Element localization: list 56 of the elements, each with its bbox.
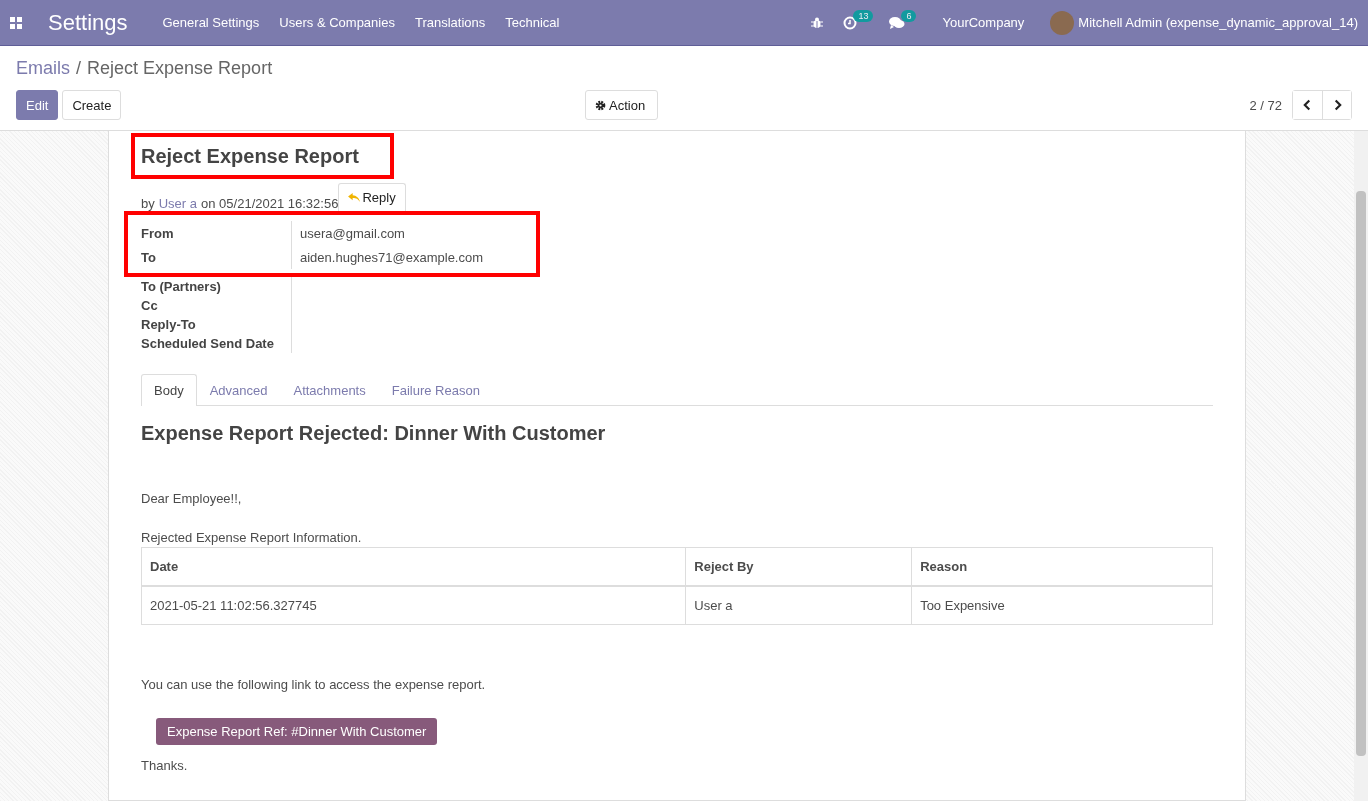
- scrollbar-thumb[interactable]: [1356, 191, 1366, 756]
- column-header: Reason: [911, 547, 1213, 586]
- scrollbar[interactable]: [1354, 131, 1368, 801]
- link-instruction-text: You can use the following link to access the expense report.: [141, 677, 487, 692]
- body-heading: Expense Report Rejected: Dinner With Customer: [141, 422, 607, 445]
- closing-text: Thanks.: [141, 758, 189, 773]
- tab[interactable]: Failure Reason: [378, 374, 493, 406]
- chevron-left-icon: [1303, 99, 1312, 111]
- menu-item[interactable]: General Settings: [162, 15, 260, 30]
- byline-text: by: [141, 196, 155, 211]
- field-label: Cc: [141, 296, 292, 315]
- greeting-text: Dear Employee!!,: [141, 491, 243, 506]
- chat-icon[interactable]: [889, 15, 906, 30]
- pager-value: 2 / 72: [1249, 97, 1282, 113]
- company-switcher[interactable]: YourCompany: [942, 15, 1025, 30]
- field-label: To (Partners): [141, 277, 292, 296]
- create-button[interactable]: Create: [62, 90, 122, 120]
- apps-menu-icon[interactable]: [10, 16, 22, 29]
- column-header: Date: [141, 547, 686, 586]
- tab[interactable]: Body: [141, 374, 197, 406]
- table-cell: 2021-05-21 11:02:56.327745: [141, 586, 686, 625]
- chevron-right-icon: [1332, 99, 1342, 111]
- app-title: Settings: [48, 9, 128, 36]
- menu-item[interactable]: Technical: [505, 15, 560, 30]
- email-subject: Reject Expense Report: [141, 145, 359, 168]
- edit-button[interactable]: Edit: [16, 90, 59, 120]
- tab[interactable]: Attachments: [280, 374, 379, 406]
- field-value: aiden.hughes71@example.com: [291, 245, 484, 269]
- column-header: Reject By: [685, 547, 912, 586]
- intro-text: Rejected Expense Report Information.: [141, 530, 363, 545]
- field-value: usera@gmail.com: [291, 221, 405, 245]
- field-label: Reply-To: [141, 315, 292, 334]
- gear-icon: [595, 99, 606, 111]
- activity-badge: 13: [853, 9, 874, 22]
- table-cell: Too Expensive: [911, 586, 1213, 625]
- breadcrumb-current: Reject Expense Report: [87, 58, 273, 79]
- message-badge: 6: [901, 9, 917, 22]
- reply-button[interactable]: Reply: [338, 183, 406, 211]
- user-menu[interactable]: Mitchell Admin (expense_dynamic_approval_14): [1078, 15, 1358, 30]
- bug-icon[interactable]: [811, 16, 824, 29]
- reply-arrow-icon: [348, 192, 362, 203]
- expense-report-link-button[interactable]: Expense Report Ref: #Dinner With Customer: [156, 718, 438, 745]
- field-label: Scheduled Send Date: [141, 334, 292, 353]
- table-cell: User a: [685, 586, 912, 625]
- date-text: on 05/21/2021 16:32:56: [201, 196, 339, 211]
- menu-item[interactable]: Users & Companies: [279, 15, 395, 30]
- action-button[interactable]: Action: [585, 90, 659, 120]
- author-link[interactable]: User a: [158, 196, 198, 211]
- next-button[interactable]: [1322, 91, 1351, 119]
- tab[interactable]: Advanced: [196, 374, 281, 406]
- menu-item[interactable]: Translations: [414, 15, 486, 30]
- field-label: To: [141, 249, 157, 265]
- breadcrumb-link[interactable]: Emails: [16, 58, 70, 79]
- field-label: From: [141, 225, 175, 241]
- clock-icon[interactable]: [843, 15, 858, 30]
- breadcrumb-separator: /: [76, 58, 82, 79]
